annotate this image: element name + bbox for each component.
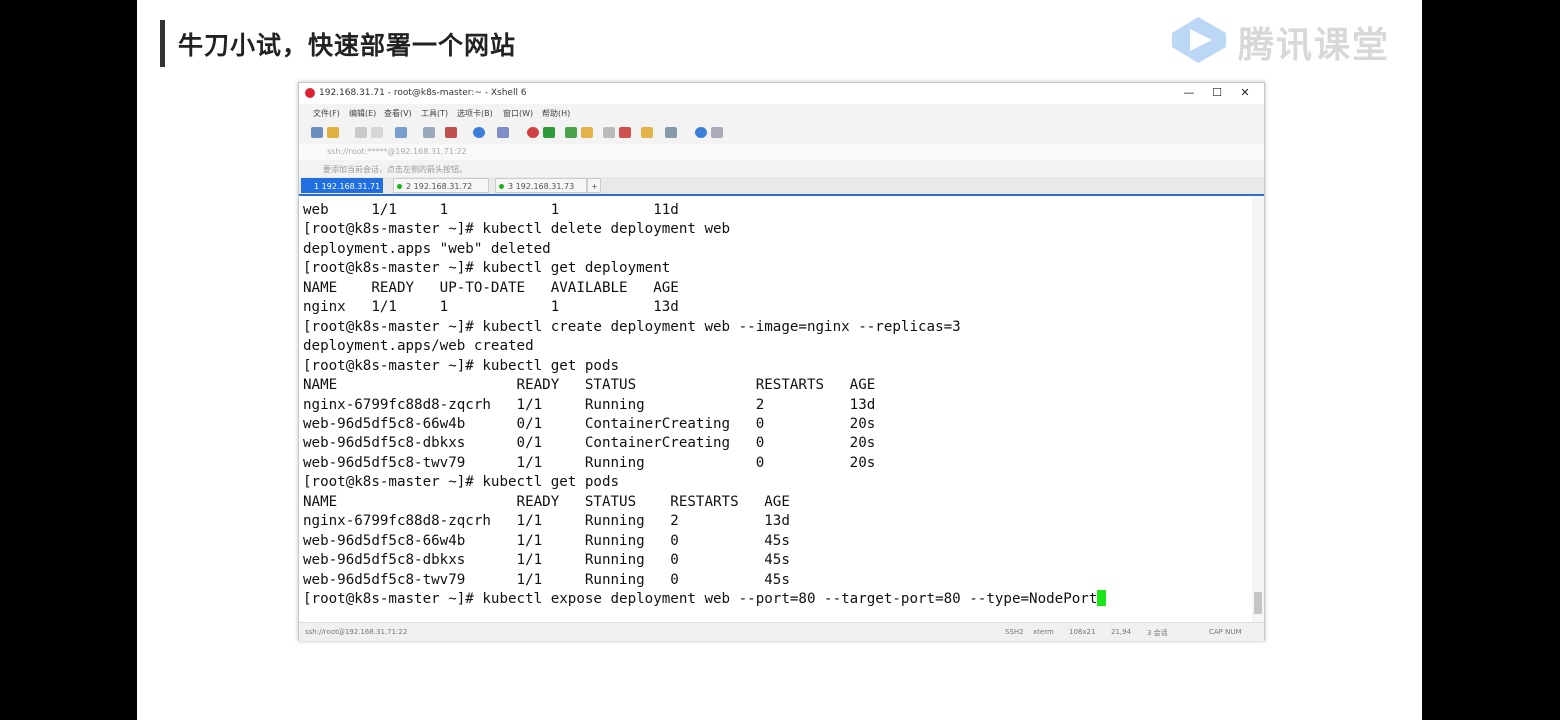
- status-pos: 21,94: [1111, 628, 1132, 636]
- terminal-area[interactable]: web 1/1 1 1 11d [root@k8s-master ~]# kub…: [299, 196, 1252, 622]
- reconnect-icon[interactable]: [371, 127, 383, 138]
- status-size: 108x21: [1069, 628, 1096, 636]
- terminal-line: [root@k8s-master ~]# kubectl create depl…: [303, 318, 961, 335]
- terminal-line: deployment.apps/web created: [303, 338, 534, 355]
- toolbar: [299, 122, 1264, 144]
- maximize-button[interactable]: ☐: [1209, 86, 1225, 100]
- transfer-icon[interactable]: [445, 127, 457, 138]
- tab-label: 1 192.168.31.71: [314, 182, 381, 191]
- new-tab-button[interactable]: +: [587, 178, 601, 193]
- highlight-icon[interactable]: [619, 127, 631, 138]
- open-folder-icon[interactable]: [327, 127, 339, 138]
- lock-icon[interactable]: [581, 127, 593, 138]
- terminal-line: NAME READY UP-TO-DATE AVAILABLE AGE: [303, 279, 679, 296]
- logo-text: 腾讯课堂: [1238, 25, 1391, 66]
- terminal-current-command: [root@k8s-master ~]# kubectl expose depl…: [303, 591, 1098, 608]
- xshell-window: 192.168.31.71 - root@k8s-master:~ - Xshe…: [298, 82, 1265, 641]
- status-ssh: SSH2: [1005, 628, 1024, 636]
- terminal-line: web-96d5df5c8-dbkxs 1/1 Running 0 45s: [303, 552, 790, 569]
- compose-icon[interactable]: [641, 127, 653, 138]
- terminal-line: deployment.apps "web" deleted: [303, 240, 551, 257]
- window-titlebar: 192.168.31.71 - root@k8s-master:~ - Xshe…: [299, 83, 1264, 104]
- menu-view[interactable]: 查看(V): [384, 108, 412, 119]
- find-icon[interactable]: [423, 127, 435, 138]
- terminal-line: web-96d5df5c8-66w4b 0/1 ContainerCreatin…: [303, 415, 876, 432]
- record-icon[interactable]: [527, 127, 539, 138]
- terminal-line: [root@k8s-master ~]# kubectl get pods: [303, 357, 620, 374]
- tab-session-3[interactable]: 3 192.168.31.73: [495, 178, 587, 193]
- terminal-line: nginx 1/1 1 1 13d: [303, 299, 679, 316]
- terminal-cursor: [1097, 590, 1107, 607]
- tab-label: 3 192.168.31.73: [508, 182, 575, 191]
- status-term: xterm: [1033, 628, 1054, 636]
- xftp-icon[interactable]: [543, 127, 555, 138]
- options-icon[interactable]: [711, 127, 723, 138]
- terminal-output: web 1/1 1 1 11d [root@k8s-master ~]# kub…: [303, 201, 1107, 610]
- address-text: ssh://root:*****@192.168.31.71:22: [327, 147, 467, 156]
- globe-icon[interactable]: [473, 127, 485, 138]
- tab-session-2[interactable]: 2 192.168.31.72: [393, 178, 489, 193]
- terminal-line: [root@k8s-master ~]# kubectl get deploym…: [303, 260, 671, 277]
- terminal-line: web 1/1 1 1 11d: [303, 202, 679, 218]
- terminal-scrollbar[interactable]: [1252, 196, 1264, 622]
- tab-label: 2 192.168.31.72: [406, 182, 473, 191]
- title-accent-bar: [160, 20, 165, 67]
- terminal-line: web-96d5df5c8-twv79 1/1 Running 0 45s: [303, 571, 790, 588]
- font-icon[interactable]: [497, 127, 509, 138]
- window-title: 192.168.31.71 - root@k8s-master:~ - Xshe…: [319, 88, 527, 98]
- status-bar: ssh://root@192.168.31.71:22 SSH2 xterm 1…: [299, 622, 1264, 641]
- menu-edit[interactable]: 编辑(E): [349, 108, 376, 119]
- session-hint-bar: 要添加当前会话，点击左侧的箭头按钮。: [299, 160, 1264, 177]
- tab-session-1[interactable]: 1 192.168.31.71: [301, 178, 383, 193]
- minimize-button[interactable]: —: [1181, 86, 1197, 100]
- keyboard-icon[interactable]: [603, 127, 615, 138]
- terminal-line: nginx-6799fc88d8-zqcrh 1/1 Running 2 13d: [303, 396, 876, 413]
- terminal-line: nginx-6799fc88d8-zqcrh 1/1 Running 2 13d: [303, 513, 790, 530]
- terminal-line: [root@k8s-master ~]# kubectl get pods: [303, 474, 620, 491]
- connected-status-icon: [499, 184, 504, 189]
- new-session-icon[interactable]: [311, 127, 323, 138]
- terminal-line: web-96d5df5c8-twv79 1/1 Running 0 20s: [303, 454, 876, 471]
- close-button[interactable]: ✕: [1237, 86, 1253, 100]
- hint-text: 要添加当前会话，点击左侧的箭头按钮。: [323, 165, 467, 174]
- terminal-line: [root@k8s-master ~]# kubectl delete depl…: [303, 221, 731, 238]
- fullscreen-icon[interactable]: [565, 127, 577, 138]
- status-sessions: 3 会话: [1147, 629, 1168, 637]
- menu-tabs[interactable]: 选项卡(B): [457, 108, 493, 119]
- terminal-line: web-96d5df5c8-66w4b 1/1 Running 0 45s: [303, 532, 790, 549]
- terminal-line: NAME READY STATUS RESTARTS AGE: [303, 493, 790, 510]
- terminal-line: NAME READY STATUS RESTARTS AGE: [303, 377, 876, 394]
- layout-icon[interactable]: [665, 127, 677, 138]
- terminal-history: web 1/1 1 1 11d [root@k8s-master ~]# kub…: [303, 202, 961, 588]
- menu-tools[interactable]: 工具(T): [421, 108, 448, 119]
- scrollbar-thumb[interactable]: [1254, 592, 1262, 614]
- terminal-line: web-96d5df5c8-dbkxs 0/1 ContainerCreatin…: [303, 435, 876, 452]
- slide-title: 牛刀小试，快速部署一个网站: [178, 31, 517, 60]
- status-caps: CAP NUM: [1209, 628, 1242, 636]
- menu-help[interactable]: 帮助(H): [542, 108, 570, 119]
- properties-icon[interactable]: [395, 127, 407, 138]
- disconnect-icon[interactable]: [355, 127, 367, 138]
- menu-window[interactable]: 窗口(W): [503, 108, 533, 119]
- connected-status-icon: [397, 184, 402, 189]
- xshell-app-icon: [305, 88, 315, 98]
- help-icon[interactable]: [695, 127, 707, 138]
- menu-file[interactable]: 文件(F): [313, 108, 340, 119]
- status-session: ssh://root@192.168.31.71:22: [305, 628, 408, 636]
- address-bar[interactable]: ssh://root:*****@192.168.31.71:22: [299, 144, 1264, 160]
- menubar: 文件(F) 编辑(E) 查看(V) 工具(T) 选项卡(B) 窗口(W) 帮助(…: [299, 104, 1264, 122]
- session-tabs: 1 192.168.31.71 2 192.168.31.72 3 192.16…: [299, 177, 1264, 196]
